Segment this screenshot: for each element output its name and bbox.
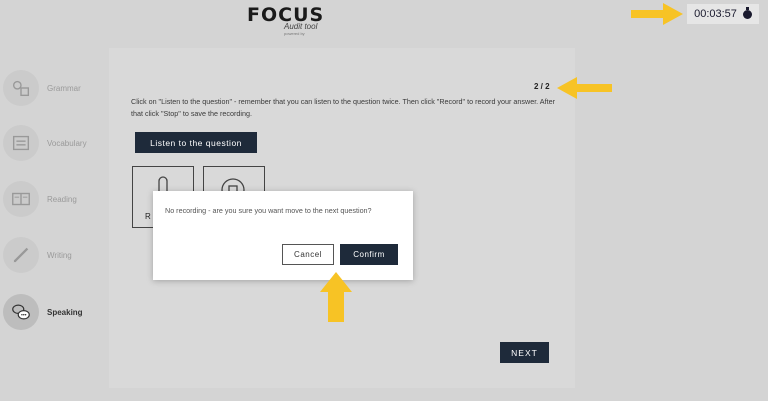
listen-button[interactable]: Listen to the question bbox=[135, 132, 257, 153]
dialog-message: No recording - are you sure you want mov… bbox=[165, 206, 372, 215]
confirm-button[interactable]: Confirm bbox=[340, 244, 398, 265]
arrow-right-icon bbox=[631, 3, 683, 25]
sidebar-item-grammar[interactable]: Grammar bbox=[3, 68, 108, 108]
next-button[interactable]: NEXT bbox=[500, 342, 549, 363]
speaking-icon bbox=[3, 294, 39, 330]
vocabulary-icon bbox=[3, 125, 39, 161]
question-counter: 2 / 2 bbox=[534, 82, 550, 91]
instructions-text: Click on "Listen to the question" - reme… bbox=[131, 97, 555, 118]
arrow-up-icon bbox=[320, 272, 352, 322]
cancel-button[interactable]: Cancel bbox=[282, 244, 334, 265]
sidebar-item-label: Speaking bbox=[47, 307, 83, 317]
arrow-left-icon bbox=[557, 77, 612, 99]
logo-powered-by: powered by bbox=[284, 31, 305, 36]
confirm-dialog: No recording - are you sure you want mov… bbox=[153, 191, 413, 280]
timer: 00:03:57 bbox=[687, 4, 759, 24]
sidebar-item-label: Vocabulary bbox=[47, 138, 87, 148]
sidebar-item-writing[interactable]: Writing bbox=[3, 235, 108, 275]
reading-icon bbox=[3, 181, 39, 217]
stopwatch-icon bbox=[742, 6, 752, 19]
timer-value: 00:03:57 bbox=[694, 8, 737, 20]
sidebar-item-label: Reading bbox=[47, 194, 77, 204]
sidebar-item-reading[interactable]: Reading bbox=[3, 179, 108, 219]
writing-icon bbox=[3, 237, 39, 273]
logo-subtitle: Audit tool bbox=[284, 22, 318, 31]
focus-logo: FOCUS Audit tool powered by bbox=[247, 5, 327, 37]
grammar-icon bbox=[3, 70, 39, 106]
sidebar-item-label: Writing bbox=[47, 250, 72, 260]
record-label: R bbox=[145, 212, 151, 221]
sidebar-item-speaking[interactable]: Speaking bbox=[3, 292, 108, 332]
sidebar-item-vocabulary[interactable]: Vocabulary bbox=[3, 123, 108, 163]
sidebar-item-label: Grammar bbox=[47, 83, 81, 93]
